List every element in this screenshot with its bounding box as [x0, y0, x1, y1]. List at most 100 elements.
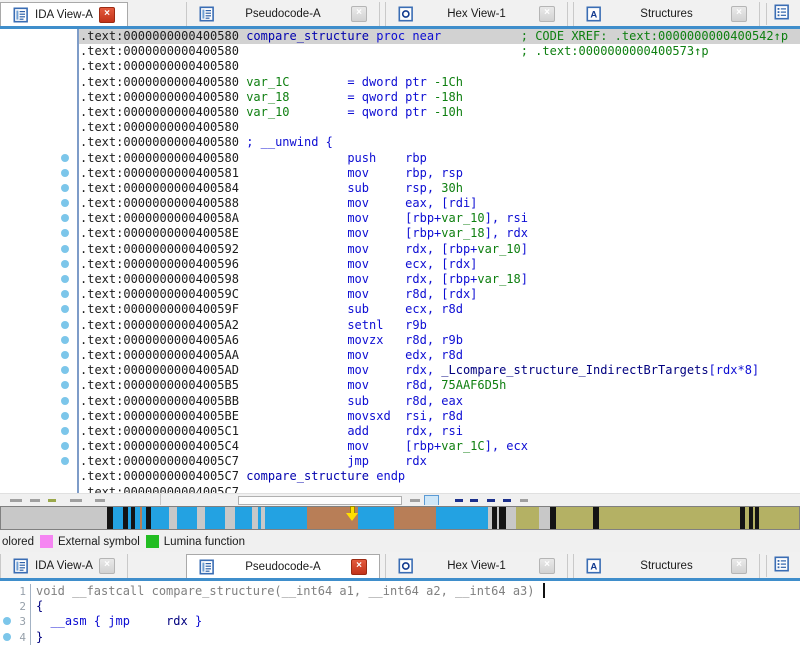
navband-segment-gray: [169, 507, 177, 529]
listing-line[interactable]: .text:0000000000400596 mov ecx, [rdx]: [0, 256, 800, 272]
pseudocode-gutter: 2: [0, 599, 31, 615]
navigation-band[interactable]: [0, 506, 800, 530]
window-list-icon: [774, 555, 790, 577]
listing-line-text: .text:0000000000400580 var_1C = dword pt…: [80, 74, 463, 89]
instruction-dot-icon: [61, 153, 69, 162]
structures-icon: A: [586, 6, 602, 22]
listing-line[interactable]: .text:00000000004005C7 compare_structure…: [0, 469, 800, 485]
instruction-dot-icon: [61, 366, 69, 375]
pseudocode-line[interactable]: 4}: [0, 629, 800, 645]
listing-line[interactable]: .text:0000000000400580 ; __unwind {: [0, 135, 800, 151]
pseudocode-line[interactable]: 3 __asm { jmp rdx }: [0, 614, 800, 630]
listing-line[interactable]: .text:00000000004005C7 jmp rdx: [0, 454, 800, 470]
navband-segment-blue: [265, 507, 307, 529]
close-icon[interactable]: ×: [539, 6, 555, 22]
listing-gutter: [0, 135, 79, 151]
window-list-button[interactable]: [766, 3, 797, 25]
strip-mark: [487, 499, 495, 502]
navband-segment-black: [499, 507, 506, 529]
close-icon[interactable]: ×: [731, 6, 747, 22]
listing-line[interactable]: .text:0000000000400580 compare_structure…: [0, 29, 800, 45]
listing-gutter: [0, 211, 79, 227]
pseudocode-line-text: __asm { jmp rdx }: [50, 614, 203, 629]
close-icon[interactable]: ×: [731, 558, 747, 574]
listing-gutter: [0, 469, 79, 485]
listing-line-text: .text:00000000004005C1 add rdx, rsi: [80, 423, 463, 438]
listing-gutter: [0, 74, 79, 90]
hex-view-icon: [398, 6, 414, 22]
listing-line[interactable]: .text:0000000000400580: [0, 120, 800, 136]
listing-gutter: [0, 408, 79, 424]
horizontal-scrollbar[interactable]: [238, 496, 402, 505]
pseudocode-view[interactable]: 1 void __fastcall compare_structure(__int…: [0, 581, 800, 656]
listing-line[interactable]: .text:0000000000400584 sub rsp, 30h: [0, 180, 800, 197]
legend-swatch: [39, 535, 53, 548]
tab-pseudocode-a[interactable]: Pseudocode-A ×: [186, 554, 380, 578]
tab-label: Pseudocode-A: [245, 8, 321, 20]
listing-line[interactable]: .text:0000000000400592 mov rdx, [rbp+var…: [0, 241, 800, 257]
listing-line[interactable]: .text:00000000004005A6 movzx r8d, r9b: [0, 332, 800, 348]
tab-pseudocode-a[interactable]: Pseudocode-A ×: [186, 2, 380, 26]
listing-line[interactable]: .text:000000000040058A mov [rbp+var_10],…: [0, 211, 800, 227]
listing-line[interactable]: .text:000000000040059F sub ecx, r8d: [0, 302, 800, 318]
pseudocode-line[interactable]: 1 void __fastcall compare_structure(__int…: [0, 584, 800, 600]
tab-ida-view-a[interactable]: IDA View-A ×: [0, 554, 128, 578]
listing-line[interactable]: .text:00000000004005BB sub r8d, eax: [0, 393, 800, 409]
listing-line[interactable]: .text:00000000004005BE movsxd rsi, r8d: [0, 408, 800, 424]
listing-line[interactable]: .text:00000000004005AA mov edx, r8d: [0, 347, 800, 364]
listing-line-text: .text:0000000000400580 compare_structure…: [79, 29, 800, 45]
pseudocode-line-text: }: [36, 629, 44, 644]
navband-segment-blue: [436, 507, 488, 529]
listing-line[interactable]: .text:0000000000400580: [0, 59, 800, 75]
scroll-strip: [0, 493, 800, 506]
tab-hex-view-1[interactable]: Hex View-1 ×: [385, 2, 568, 26]
listing-line-text: .text:0000000000400598 mov rdx, [rbp+var…: [80, 272, 528, 286]
listing-line[interactable]: .text:0000000000400580 push rbp: [0, 150, 800, 166]
listing-line[interactable]: .text:00000000004005AD mov rdx, _Lcompar…: [0, 363, 800, 379]
window-list-button[interactable]: [766, 555, 797, 577]
structures-icon: A: [586, 558, 602, 574]
navband-segment-blue: [151, 507, 169, 529]
listing-line-text: .text:0000000000400580 var_18 = qword pt…: [80, 89, 463, 104]
listing-line[interactable]: .text:00000000004005B5 mov r8d, 75AAF6D5…: [0, 378, 800, 394]
listing-line[interactable]: .text:00000000004005A2 setnl r9b: [0, 317, 800, 333]
instruction-dot-icon: [61, 320, 69, 329]
listing-line[interactable]: .text:00000000004005C1 add rdx, rsi: [0, 423, 800, 440]
listing-gutter: [0, 423, 79, 440]
pseudocode-line[interactable]: 2{: [0, 599, 800, 615]
strip-mark: [470, 499, 478, 502]
line-number: 4: [19, 630, 26, 644]
listing-line[interactable]: .text:0000000000400580 var_18 = qword pt…: [0, 89, 800, 105]
close-icon[interactable]: ×: [351, 558, 367, 575]
listing-line-text: .text:000000000040058A mov [rbp+var_10],…: [80, 211, 528, 226]
window-list-icon: [774, 3, 790, 25]
close-icon[interactable]: ×: [539, 558, 555, 574]
tab-bar-top: IDA View-A × Pseudocode-A × Hex View-1 × A Stru…: [0, 0, 800, 29]
close-icon[interactable]: ×: [351, 6, 367, 22]
listing-line[interactable]: .text:00000000004005C4 mov [rbp+var_1C],…: [0, 439, 800, 455]
listing-line[interactable]: .text:0000000000400580 var_10 = qword pt…: [0, 104, 800, 121]
listing-line-text: .text:0000000000400581 mov rbp, rsp: [80, 165, 463, 180]
listing-line[interactable]: .text:00000000004005C7: [0, 484, 800, 493]
disassembly-view[interactable]: .text:0000000000400580 compare_structure…: [0, 29, 800, 493]
listing-line[interactable]: .text:0000000000400580 var_1C = dword pt…: [0, 74, 800, 90]
tab-ida-view-a[interactable]: IDA View-A ×: [0, 2, 128, 26]
listing-line[interactable]: .text:0000000000400580 ; .text:000000000…: [0, 44, 800, 60]
listing-gutter: [0, 29, 79, 45]
listing-line[interactable]: .text:0000000000400588 mov eax, [rdi]: [0, 196, 800, 212]
listing-line-text: .text:0000000000400588 mov eax, [rdi]: [80, 196, 478, 211]
tab-structures[interactable]: A Structures ×: [573, 2, 760, 26]
listing-line-text: .text:00000000004005BB sub r8d, eax: [80, 393, 463, 408]
close-icon[interactable]: ×: [99, 558, 115, 574]
listing-gutter: [0, 332, 79, 348]
listing-gutter: [0, 196, 79, 212]
listing-line-text: .text:0000000000400580 ; .text:000000000…: [80, 44, 709, 59]
listing-line[interactable]: .text:0000000000400598 mov rdx, [rbp+var…: [0, 272, 800, 288]
tab-hex-view-1[interactable]: Hex View-1 ×: [385, 554, 568, 578]
tab-structures[interactable]: A Structures ×: [573, 554, 760, 578]
listing-line[interactable]: .text:000000000040058E mov [rbp+var_18],…: [0, 226, 800, 242]
instruction-dot-icon: [61, 183, 69, 192]
close-icon[interactable]: ×: [99, 6, 115, 23]
listing-line[interactable]: .text:000000000040059C mov r8d, [rdx]: [0, 287, 800, 303]
listing-line[interactable]: .text:0000000000400581 mov rbp, rsp: [0, 165, 800, 181]
